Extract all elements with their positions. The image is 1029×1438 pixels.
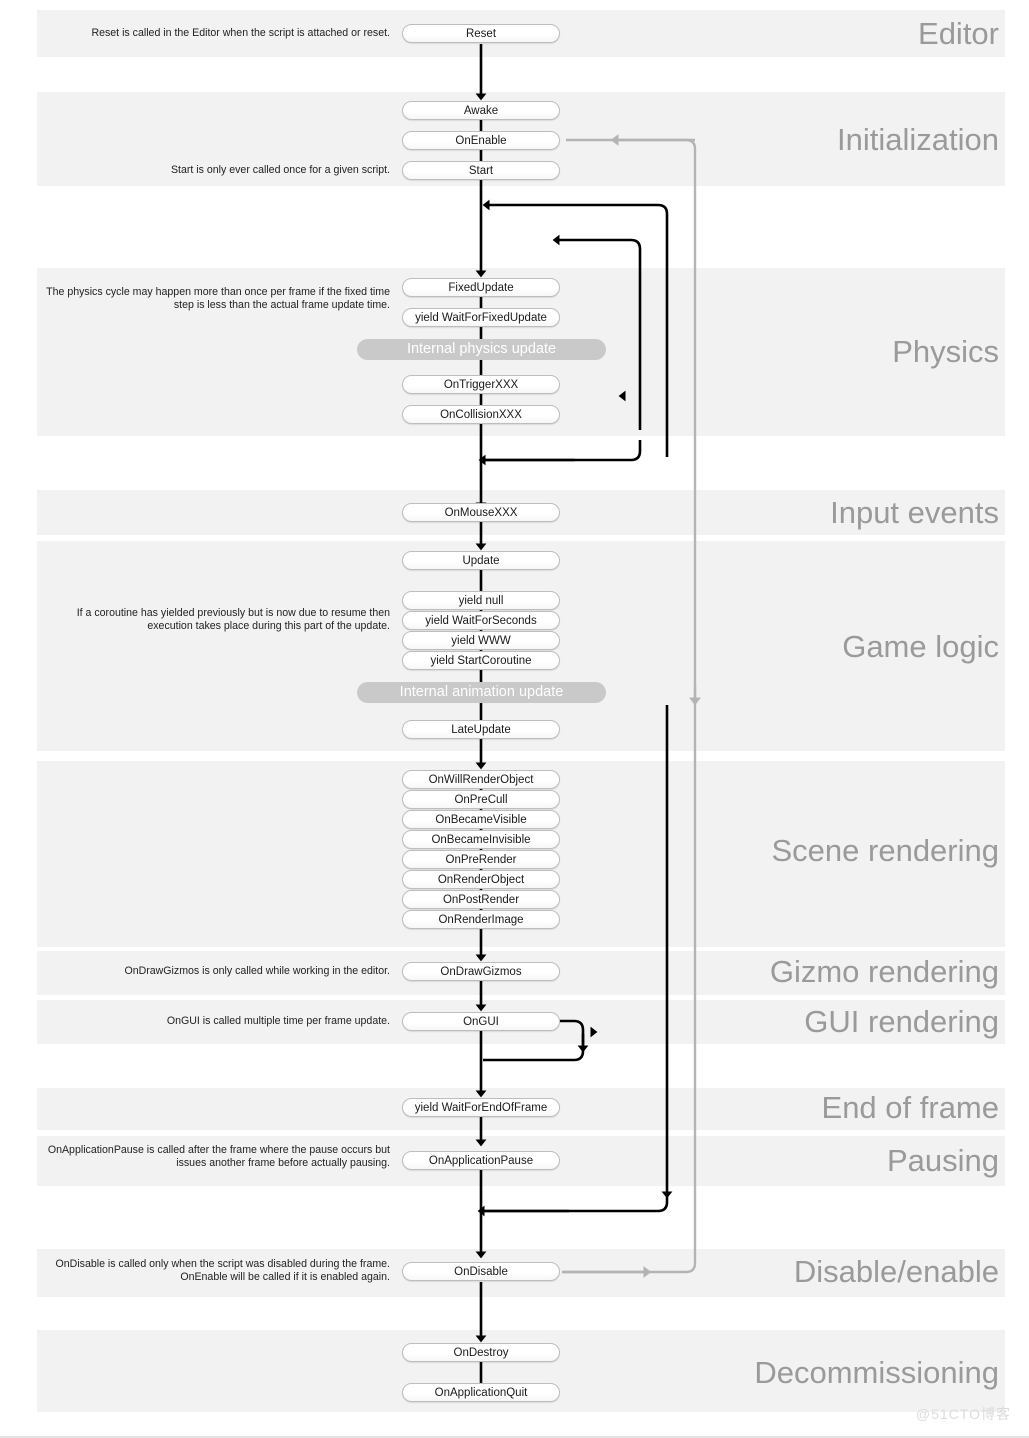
node-yield-www[interactable]: yield WWW <box>402 631 560 650</box>
node-awake[interactable]: Awake <box>402 101 560 120</box>
node-yield-start-coroutine[interactable]: yield StartCoroutine <box>402 651 560 670</box>
section-label-game-logic: Game logic <box>842 629 999 664</box>
node-on-gui[interactable]: OnGUI <box>402 1012 560 1031</box>
watermark: @51CTO博客 <box>915 1406 1011 1422</box>
node-on-will-render-object[interactable]: OnWillRenderObject <box>402 770 560 789</box>
node-on-trigger-xxx[interactable]: OnTriggerXXX <box>402 375 560 394</box>
node-on-application-pause[interactable]: OnApplicationPause <box>402 1151 560 1170</box>
annotation-disable: OnDisable is called only when the script… <box>55 1258 390 1284</box>
node-yield-null[interactable]: yield null <box>402 591 560 610</box>
node-on-collision-xxx[interactable]: OnCollisionXXX <box>402 405 560 424</box>
section-label-gui-rendering: GUI rendering <box>804 1004 999 1039</box>
node-on-render-object[interactable]: OnRenderObject <box>402 870 560 889</box>
node-on-render-image[interactable]: OnRenderImage <box>402 910 560 929</box>
annotation-coroutine: If a coroutine has yielded previously bu… <box>76 607 390 633</box>
node-late-update[interactable]: LateUpdate <box>402 720 560 739</box>
section-label-input-events: Input events <box>830 495 999 530</box>
annotation-pause: OnApplicationPause is called after the f… <box>47 1144 390 1170</box>
node-reset[interactable]: Reset <box>402 24 560 43</box>
node-on-mouse-xxx[interactable]: OnMouseXXX <box>402 503 560 522</box>
annotation-physics: The physics cycle may happen more than o… <box>46 286 390 312</box>
annotation-start: Start is only ever called once for a giv… <box>170 164 390 176</box>
section-label-end-of-frame: End of frame <box>821 1090 999 1125</box>
section-label-editor: Editor <box>918 16 999 51</box>
node-fixed-update[interactable]: FixedUpdate <box>402 278 560 297</box>
node-on-draw-gizmos[interactable]: OnDrawGizmos <box>402 962 560 981</box>
node-update[interactable]: Update <box>402 551 560 570</box>
node-yield-wait-for-seconds[interactable]: yield WaitForSeconds <box>402 611 560 630</box>
annotation-gui: OnGUI is called multiple time per frame … <box>166 1015 390 1027</box>
node-on-post-render[interactable]: OnPostRender <box>402 890 560 909</box>
annotation-reset: Reset is called in the Editor when the s… <box>91 27 390 39</box>
node-on-pre-render[interactable]: OnPreRender <box>402 850 560 869</box>
node-yield-wait-for-fixed-update[interactable]: yield WaitForFixedUpdate <box>402 308 560 327</box>
annotation-gizmos: OnDrawGizmos is only called while workin… <box>124 965 390 977</box>
node-start[interactable]: Start <box>402 161 560 180</box>
section-label-gizmo-rendering: Gizmo rendering <box>769 954 999 989</box>
node-yield-wait-for-end-of-frame[interactable]: yield WaitForEndOfFrame <box>402 1098 560 1117</box>
node-on-destroy[interactable]: OnDestroy <box>402 1343 560 1362</box>
section-label-scene-rendering: Scene rendering <box>771 833 1000 868</box>
section-label-disable-enable: Disable/enable <box>793 1254 999 1289</box>
node-on-became-visible[interactable]: OnBecameVisible <box>402 810 560 829</box>
node-on-application-quit[interactable]: OnApplicationQuit <box>402 1383 560 1402</box>
node-on-pre-cull[interactable]: OnPreCull <box>402 790 560 809</box>
node-on-became-invisible[interactable]: OnBecameInvisible <box>402 830 560 849</box>
node-on-enable[interactable]: OnEnable <box>402 131 560 150</box>
section-label-physics: Physics <box>892 334 999 369</box>
section-label-pausing: Pausing <box>886 1143 999 1178</box>
node-on-disable[interactable]: OnDisable <box>402 1262 560 1281</box>
node-internal-animation-update: Internal animation update <box>357 682 606 703</box>
lifecycle-diagram: Editor Initialization Physics Input even… <box>0 0 1029 1438</box>
node-internal-physics-update: Internal physics update <box>357 339 606 360</box>
section-label-initialization: Initialization <box>837 122 999 157</box>
section-label-decommissioning: Decommissioning <box>754 1355 999 1390</box>
